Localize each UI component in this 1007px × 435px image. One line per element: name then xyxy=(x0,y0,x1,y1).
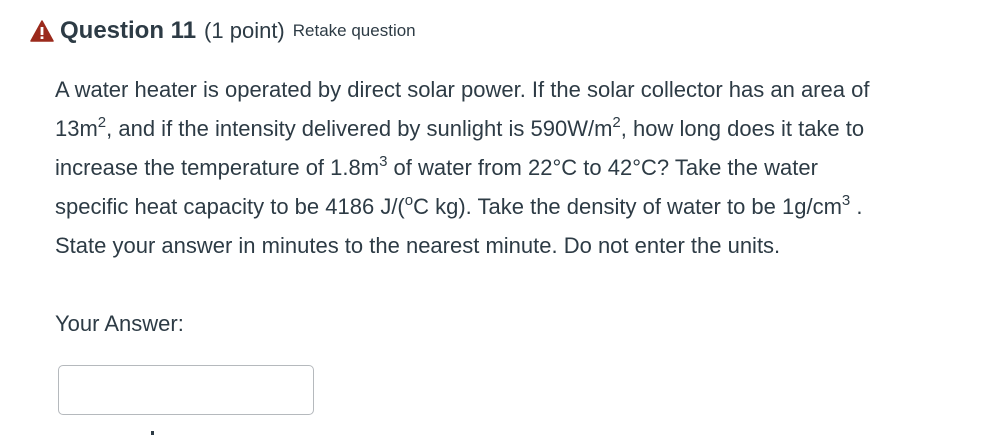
question-points: (1 point) xyxy=(204,18,285,43)
retake-question-link[interactable]: Retake question xyxy=(293,21,416,41)
cursor-mark xyxy=(151,431,154,435)
warning-triangle-icon xyxy=(30,20,54,42)
question-header: Question 11 (1 point) Retake question xyxy=(30,14,416,48)
question-line-1: A water heater is operated by direct sol… xyxy=(55,77,870,102)
question-line-4: specific heat capacity to be 4186 J/(oC … xyxy=(55,192,863,219)
question-line-2: 13m2, and if the intensity delivered by … xyxy=(55,114,865,141)
question-line-5: State your answer in minutes to the near… xyxy=(55,233,781,258)
question-title: Question 11 xyxy=(60,17,197,44)
question-line-3: increase the temperature of 1.8m3 of wat… xyxy=(55,153,818,180)
question-text: A water heater is operated by direct sol… xyxy=(55,70,975,265)
answer-label: Your Answer: xyxy=(55,311,184,336)
answer-input[interactable] xyxy=(58,365,314,415)
